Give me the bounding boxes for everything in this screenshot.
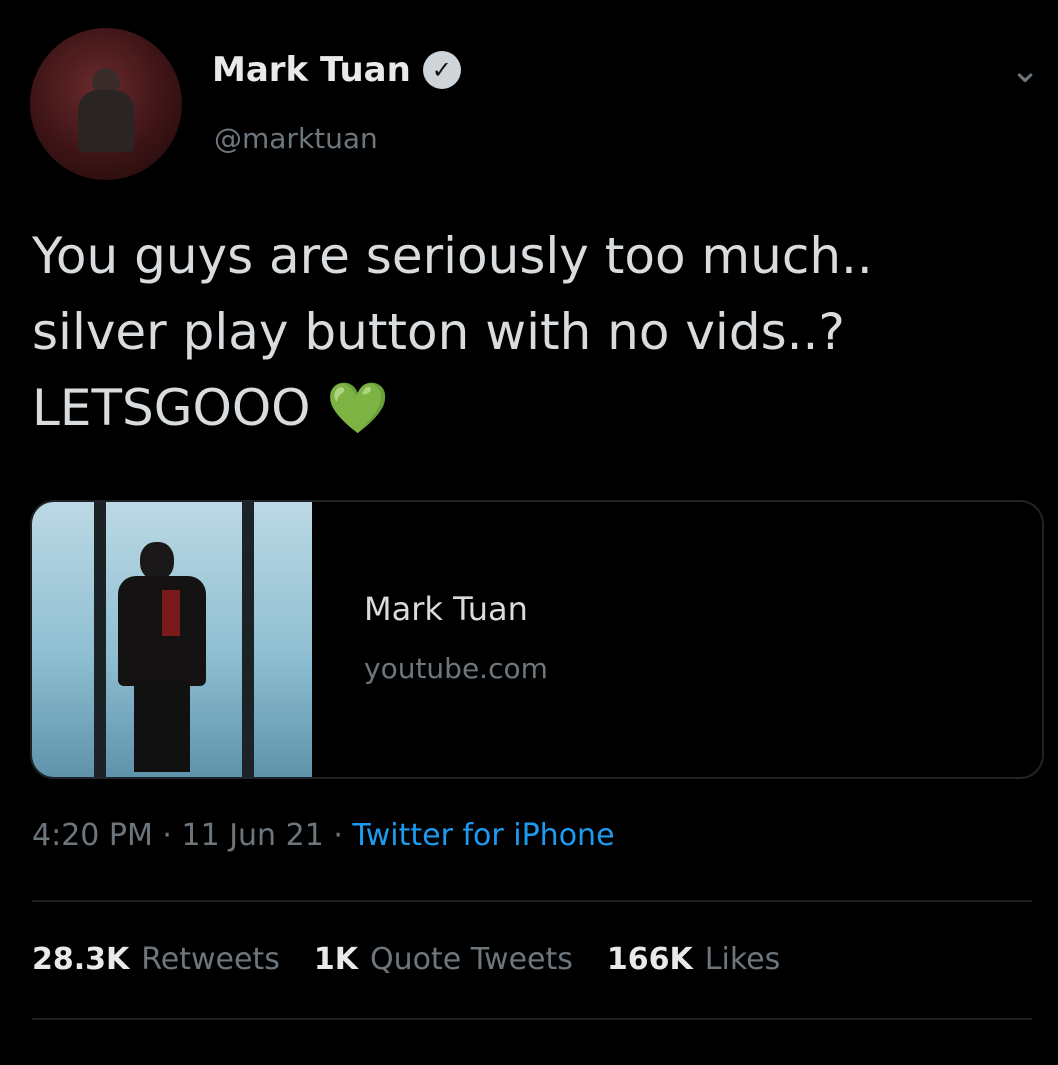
quote-tweets-count: 1K — [313, 942, 358, 977]
author-handle[interactable]: @marktuan — [214, 122, 378, 155]
quote-tweets-stat[interactable]: 1K Quote Tweets — [314, 942, 573, 977]
tweet-source-link[interactable]: Twitter for iPhone — [352, 818, 614, 853]
shirt-graphic — [162, 590, 180, 636]
likes-count: 166K — [606, 942, 693, 977]
chevron-down-icon[interactable]: ⌄ — [1010, 50, 1040, 91]
divider — [32, 900, 1032, 902]
avatar-figure-shape — [78, 90, 134, 152]
retweets-label: Retweets — [141, 942, 280, 977]
window-frame — [94, 502, 106, 777]
retweets-count: 28.3K — [32, 942, 130, 977]
tweet-body: You guys are seriously too much.. silver… — [32, 227, 873, 437]
person-silhouette — [118, 542, 206, 772]
likes-stat[interactable]: 166K Likes — [607, 942, 780, 977]
green-heart-emoji: 💚 — [326, 379, 389, 437]
author-row: Mark Tuan ✓ — [212, 50, 461, 90]
likes-label: Likes — [704, 942, 781, 977]
author-name[interactable]: Mark Tuan — [212, 50, 411, 90]
quote-tweets-label: Quote Tweets — [369, 942, 573, 977]
link-card-title: Mark Tuan — [364, 590, 528, 628]
tweet-text: You guys are seriously too much.. silver… — [32, 218, 1022, 446]
tweet-timestamp[interactable]: 4:20 PM · 11 Jun 21 · — [32, 818, 352, 853]
verified-badge-icon: ✓ — [422, 51, 461, 89]
person-legs — [134, 682, 190, 772]
retweets-stat[interactable]: 28.3K Retweets — [32, 942, 280, 977]
person-head — [140, 542, 174, 580]
window-frame — [242, 502, 254, 777]
link-card[interactable]: Mark Tuan youtube.com — [30, 500, 1044, 779]
tweet-meta: 4:20 PM · 11 Jun 21 · Twitter for iPhone — [32, 818, 615, 853]
link-card-thumbnail — [32, 502, 312, 777]
divider — [32, 1018, 1032, 1020]
link-card-domain: youtube.com — [364, 652, 548, 685]
engagement-stats: 28.3K Retweets 1K Quote Tweets 166K Likes — [32, 942, 780, 977]
avatar[interactable] — [30, 28, 182, 180]
